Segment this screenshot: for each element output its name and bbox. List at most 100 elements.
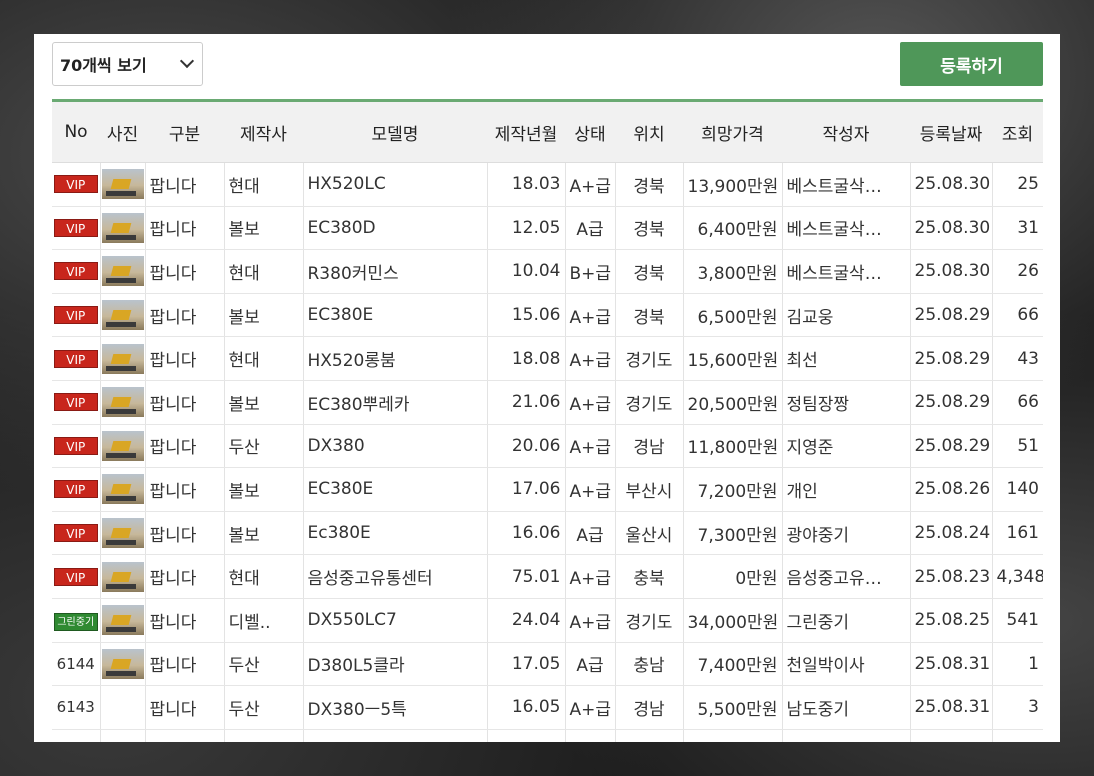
vip-badge: VIP xyxy=(53,218,98,237)
cell-empty xyxy=(487,729,566,742)
cell-photo xyxy=(100,249,146,294)
table-row[interactable]: VIP 팝니다 현대 R380커민스 10.04 B+급 경북 3,800만원 베스트굴삭… 25… xyxy=(52,249,1043,294)
cell-maker: 볼보 xyxy=(224,293,304,338)
cell-author: 광야중기 xyxy=(782,511,911,556)
cell-author: 정팀장짱 xyxy=(782,380,911,425)
cell-model-link[interactable]: EC380E xyxy=(303,293,488,338)
table-row[interactable]: 6144 팝니다 두산 D380L5클라 17.05 A급 충남 7,400만원 천일박이사 25… xyxy=(52,642,1043,687)
excavator-thumbnail[interactable] xyxy=(101,648,144,679)
green-badge: 그린중기 xyxy=(53,612,98,631)
cell-photo xyxy=(100,685,146,730)
cell-maker: 두산 xyxy=(224,685,304,730)
col-header-year[interactable]: 제작년월 xyxy=(487,100,565,163)
excavator-thumbnail[interactable] xyxy=(101,343,144,374)
cell-model-link[interactable]: DX380ㅡ5특 xyxy=(303,685,488,730)
cell-date: 25.08.29 xyxy=(910,336,993,381)
cell-location: 경북 xyxy=(615,206,684,251)
cell-model-link[interactable]: 음성중고유통센터 xyxy=(303,554,488,599)
cell-location: 경남 xyxy=(615,685,684,730)
cell-model-link[interactable]: D380L5클라 xyxy=(303,642,488,687)
cell-location: 울산시 xyxy=(615,511,684,556)
cell-views: 25 xyxy=(992,162,1043,207)
col-header-no[interactable]: No xyxy=(52,100,100,163)
cell-model-link[interactable]: HX520LC xyxy=(303,162,488,207)
cell-no: 그린중기 xyxy=(52,598,101,643)
col-header-date[interactable]: 등록날짜 xyxy=(910,100,992,163)
page-size-select[interactable]: 70개씩 보기 xyxy=(52,42,203,86)
cell-year: 16.05 xyxy=(487,685,566,730)
excavator-thumbnail[interactable] xyxy=(101,474,144,505)
cell-grade: A+급 xyxy=(565,685,616,730)
cell-model-link[interactable]: DX550LC7 xyxy=(303,598,488,643)
cell-author: 음성중고유… xyxy=(782,554,911,599)
cell-maker: 두산 xyxy=(224,642,304,687)
cell-location: 부산시 xyxy=(615,467,684,512)
excavator-thumbnail[interactable] xyxy=(101,605,144,636)
table-row[interactable]: VIP 팝니다 볼보 EC380E 17.06 A+급 부산시 7,200만원 개인 25.08.… xyxy=(52,467,1043,512)
table-row[interactable]: VIP 팝니다 두산 DX380 20.06 A+급 경남 11,800만원 지영준 25.08.… xyxy=(52,424,1043,469)
cell-type: 팝니다 xyxy=(145,380,225,425)
cell-price: 7,200만원 xyxy=(683,467,783,512)
table-row[interactable]: 그린중기 팝니다 디벨.. DX550LC7 24.04 A+급 경기도 34,000만원 그린… xyxy=(52,598,1043,643)
table-row[interactable]: VIP 팝니다 볼보 Ec380E 16.06 A급 울산시 7,300만원 광야중기 25.08… xyxy=(52,511,1043,556)
cell-views: 51 xyxy=(992,424,1043,469)
cell-model-link[interactable]: EC380E xyxy=(303,467,488,512)
cell-model-link[interactable]: EC380뿌레카 xyxy=(303,380,488,425)
excavator-thumbnail[interactable] xyxy=(101,169,144,200)
cell-location: 경북 xyxy=(615,249,684,294)
cell-location: 경기도 xyxy=(615,336,684,381)
cell-grade: A+급 xyxy=(565,424,616,469)
register-button[interactable]: 등록하기 xyxy=(900,42,1043,86)
cell-type: 팝니다 xyxy=(145,293,225,338)
vip-badge: VIP xyxy=(53,524,98,543)
col-header-maker[interactable]: 제작사 xyxy=(224,100,303,163)
cell-views: 140 xyxy=(992,467,1043,512)
excavator-thumbnail[interactable] xyxy=(101,518,144,549)
excavator-thumbnail[interactable] xyxy=(101,212,144,243)
cell-type: 팝니다 xyxy=(145,206,225,251)
cell-no: 6144 xyxy=(52,642,101,687)
excavator-thumbnail[interactable] xyxy=(101,561,144,592)
cell-grade: A급 xyxy=(565,642,616,687)
table-row[interactable]: VIP 팝니다 현대 음성중고유통센터 75.01 A+급 충북 0만원 음성중고유… 25.08… xyxy=(52,554,1043,599)
col-header-location[interactable]: 위치 xyxy=(615,100,683,163)
col-header-model[interactable]: 모델명 xyxy=(303,100,487,163)
table-header: No 사진 구분 제작사 모델명 제작년월 상태 위치 희망가격 작성자 등록날… xyxy=(52,100,1043,163)
cell-model-link[interactable]: R380커민스 xyxy=(303,249,488,294)
table-row[interactable]: VIP 팝니다 현대 HX520롱붐 18.08 A+급 경기도 15,600만원 최선 25.0… xyxy=(52,336,1043,381)
col-header-views[interactable]: 조회 xyxy=(992,100,1043,163)
cell-model-link[interactable]: EC380D xyxy=(303,206,488,251)
cell-views: 66 xyxy=(992,380,1043,425)
col-header-type[interactable]: 구분 xyxy=(145,100,224,163)
excavator-thumbnail[interactable] xyxy=(101,387,144,418)
cell-photo xyxy=(100,642,146,687)
cell-maker: 현대 xyxy=(224,162,304,207)
cell-type: 팝니다 xyxy=(145,642,225,687)
table-row[interactable]: VIP 팝니다 볼보 EC380E 15.06 A+급 경북 6,500만원 김교웅 25.08.… xyxy=(52,293,1043,338)
col-header-grade[interactable]: 상태 xyxy=(565,100,615,163)
table-row[interactable]: VIP 팝니다 볼보 EC380D 12.05 A급 경북 6,400만원 베스트굴삭… 25.0… xyxy=(52,206,1043,251)
cell-views: 541 xyxy=(992,598,1043,643)
table-row[interactable]: VIP 팝니다 현대 HX520LC 18.03 A+급 경북 13,900만원 베스트굴삭… 2… xyxy=(52,162,1043,207)
excavator-thumbnail[interactable] xyxy=(101,430,144,461)
excavator-thumbnail[interactable] xyxy=(101,300,144,331)
col-header-author[interactable]: 작성자 xyxy=(782,100,910,163)
excavator-thumbnail[interactable] xyxy=(101,256,144,287)
cell-author: 베스트굴삭… xyxy=(782,249,911,294)
col-header-price[interactable]: 희망가격 xyxy=(683,100,782,163)
cell-grade: A+급 xyxy=(565,554,616,599)
cell-views: 161 xyxy=(992,511,1043,556)
cell-grade: A급 xyxy=(565,511,616,556)
vip-badge: VIP xyxy=(53,262,98,281)
table-row[interactable]: VIP 팝니다 볼보 EC380뿌레카 21.06 A+급 경기도 20,500만원 정팀장짱 2… xyxy=(52,380,1043,425)
vip-badge: VIP xyxy=(53,175,98,194)
cell-year: 18.08 xyxy=(487,336,566,381)
vip-badge: VIP xyxy=(53,306,98,325)
table-row[interactable]: 6143 팝니다 두산 DX380ㅡ5특 16.05 A+급 경남 5,500만원 남도중기 25… xyxy=(52,685,1043,730)
col-header-photo[interactable]: 사진 xyxy=(100,100,145,163)
cell-author: 천일박이사 xyxy=(782,642,911,687)
cell-model-link[interactable]: Ec380E xyxy=(303,511,488,556)
cell-model-link[interactable]: DX380 xyxy=(303,424,488,469)
cell-model-link[interactable]: HX520롱붐 xyxy=(303,336,488,381)
cell-location: 경남 xyxy=(615,424,684,469)
